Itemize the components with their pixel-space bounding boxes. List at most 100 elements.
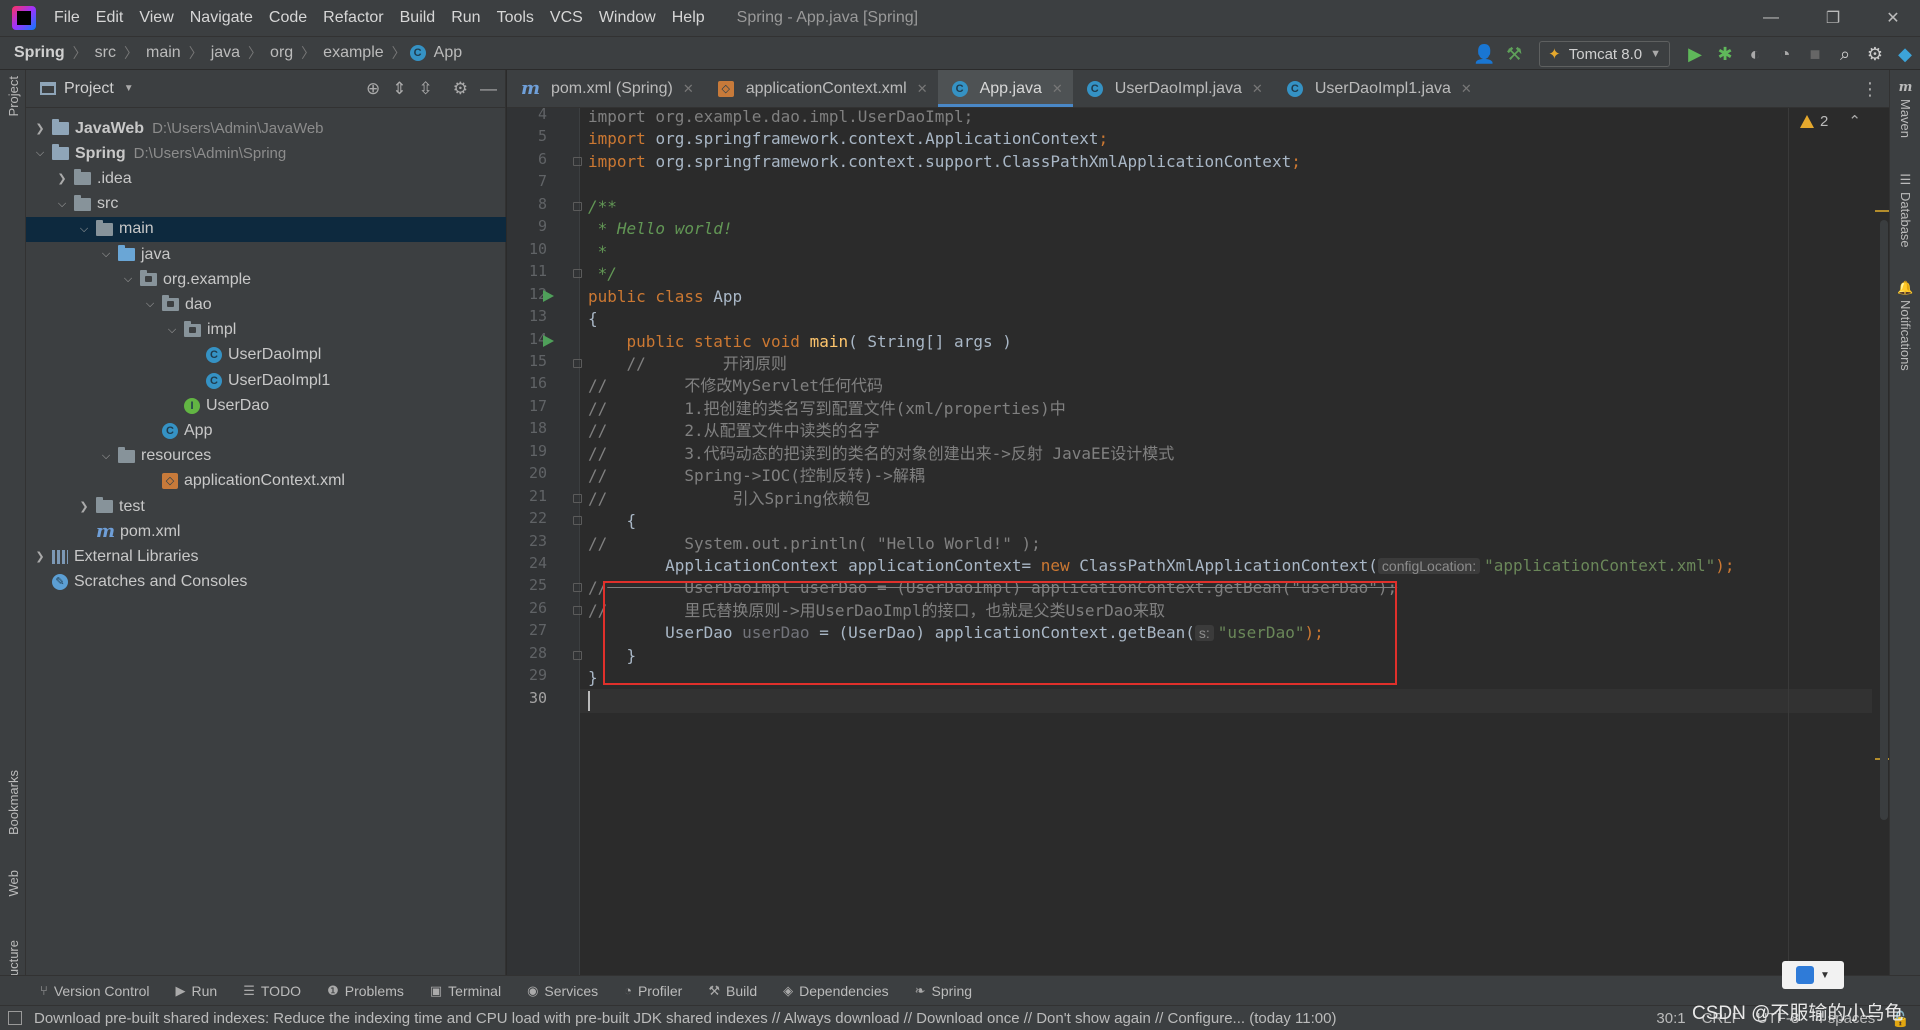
tree-item[interactable]: ⌵ resources	[26, 444, 506, 469]
tree-item[interactable]: C UserDaoImpl	[26, 343, 506, 368]
tool-window-profiler[interactable]: ◔ Profiler	[624, 983, 682, 999]
editor-tab[interactable]: C UserDaoImpl.java ✕	[1073, 70, 1273, 107]
chevron-down-icon[interactable]: ⌵	[98, 248, 114, 261]
fold-icon[interactable]	[573, 358, 582, 368]
build-hammer-icon[interactable]: ⚒	[1499, 39, 1529, 69]
menu-help[interactable]: Help	[664, 9, 713, 27]
maven-tool-tab[interactable]: m Maven	[1890, 80, 1920, 138]
tree-item[interactable]: ⌵ dao	[26, 292, 506, 317]
status-message[interactable]: Download pre-built shared indexes: Reduc…	[34, 1010, 1336, 1027]
tree-item[interactable]: C UserDaoImpl1	[26, 368, 506, 393]
tree-item[interactable]: ⌵ impl	[26, 318, 506, 343]
collapse-all-icon[interactable]: ⇳	[419, 79, 433, 99]
editor-tab[interactable]: C UserDaoImpl1.java ✕	[1273, 70, 1482, 107]
menu-build[interactable]: Build	[392, 9, 444, 27]
tool-window-dependencies[interactable]: ◈ Dependencies	[783, 983, 889, 999]
tree-item[interactable]: ❯ .idea	[26, 166, 506, 191]
breadcrumb-item[interactable]: java	[207, 44, 244, 62]
tool-window-run[interactable]: ▶ Run	[176, 983, 218, 999]
minimize-icon[interactable]: —	[1744, 0, 1798, 36]
fold-icon[interactable]	[573, 605, 582, 615]
tree-item[interactable]: ⌵ Spring D:\Users\Admin\Spring	[26, 141, 506, 166]
menu-refactor[interactable]: Refactor	[315, 9, 391, 27]
tree-item[interactable]: ◇ applicationContext.xml	[26, 469, 506, 494]
tool-window-terminal[interactable]: ▣ Terminal	[430, 983, 501, 999]
tree-item[interactable]: ⌵ src	[26, 192, 506, 217]
fold-icon[interactable]	[573, 201, 582, 211]
close-tab-icon[interactable]: ✕	[1052, 81, 1063, 97]
chevron-down-icon[interactable]: ⌵	[32, 147, 48, 160]
user-icon[interactable]: 👤	[1469, 39, 1499, 69]
stop-icon[interactable]: ■	[1800, 39, 1830, 69]
fold-icon[interactable]	[573, 493, 582, 503]
chevron-right-icon[interactable]: ❯	[32, 122, 48, 135]
caret-position[interactable]: 30:1	[1656, 1010, 1685, 1027]
breadcrumb-item[interactable]: org	[266, 44, 297, 62]
tool-window-spring[interactable]: ❧ Spring	[915, 983, 972, 999]
run-icon[interactable]: ▶	[1680, 39, 1710, 69]
editor-tab[interactable]: m pom.xml (Spring) ✕	[507, 70, 704, 107]
close-tab-icon[interactable]: ✕	[917, 81, 928, 97]
search-icon[interactable]: ⌕	[1830, 39, 1860, 69]
menu-vcs[interactable]: VCS	[542, 9, 591, 27]
notifications-tool-tab[interactable]: 🔔 Notifications	[1890, 280, 1920, 371]
close-window-icon[interactable]: ✕	[1866, 0, 1920, 36]
locate-icon[interactable]: ⊕	[366, 79, 380, 99]
bookmarks-tool-tab[interactable]: Bookmarks	[0, 770, 26, 835]
status-toggle-icon[interactable]	[8, 1011, 22, 1025]
tree-item[interactable]: ❯ External Libraries	[26, 544, 506, 569]
hide-panel-icon[interactable]: —	[480, 79, 497, 99]
warning-stripe-mark[interactable]	[1875, 210, 1889, 212]
menu-code[interactable]: Code	[261, 9, 315, 27]
jetbrains-toolbox-icon[interactable]: ◆	[1890, 39, 1920, 69]
restore-icon[interactable]: ❐	[1806, 0, 1860, 36]
run-gutter-icon[interactable]	[543, 334, 554, 347]
profile-icon[interactable]: ◔	[1770, 39, 1800, 69]
tool-window-services[interactable]: ◉ Services	[527, 983, 598, 999]
tree-item[interactable]: ❯ JavaWeb D:\Users\Admin\JavaWeb	[26, 116, 506, 141]
breadcrumb-item[interactable]: src	[91, 44, 120, 62]
web-tool-tab[interactable]: Web	[0, 870, 26, 897]
fold-icon[interactable]	[573, 516, 582, 526]
fold-icon[interactable]	[573, 269, 582, 279]
breadcrumb-item[interactable]: main	[142, 44, 185, 62]
tree-item[interactable]: ⌵ main	[26, 216, 506, 242]
close-tab-icon[interactable]: ✕	[1461, 81, 1472, 97]
editor-scrollbar[interactable]	[1880, 220, 1888, 820]
code-editor[interactable]: import org.example.dao.impl.UserDaoImpl;…	[580, 108, 1886, 975]
chevron-right-icon[interactable]: ❯	[76, 500, 92, 513]
coverage-icon[interactable]: ◐	[1740, 39, 1770, 69]
menu-view[interactable]: View	[131, 9, 181, 27]
menu-run[interactable]: Run	[443, 9, 488, 27]
tree-item[interactable]: ❯ test	[26, 494, 506, 519]
tree-item[interactable]: I UserDao	[26, 393, 506, 418]
fold-icon[interactable]	[573, 156, 582, 166]
menu-window[interactable]: Window	[591, 9, 664, 27]
tree-item[interactable]: m pom.xml	[26, 519, 506, 544]
menu-navigate[interactable]: Navigate	[182, 9, 261, 27]
tree-item[interactable]: ⌵ org.example	[26, 267, 506, 292]
breadcrumb-item[interactable]: App	[430, 44, 466, 62]
more-tabs-icon[interactable]: ⋮	[1861, 70, 1879, 108]
editor-tab[interactable]: C App.java ✕	[937, 70, 1073, 107]
chevron-down-icon[interactable]: ▼	[124, 83, 134, 94]
chevron-down-icon[interactable]: ⌵	[54, 198, 70, 211]
chevron-up-icon[interactable]: ⌃	[1848, 112, 1861, 130]
close-tab-icon[interactable]: ✕	[683, 81, 694, 97]
chevron-down-icon[interactable]: ⌵	[76, 223, 92, 236]
tool-window-todo[interactable]: ☰ TODO	[243, 983, 301, 999]
editor-tab[interactable]: ◇ applicationContext.xml ✕	[704, 70, 938, 107]
settings-gear-icon[interactable]: ⚙	[1860, 39, 1890, 69]
project-panel-title[interactable]: Project	[64, 80, 114, 98]
tree-item[interactable]: ✎ Scratches and Consoles	[26, 570, 506, 595]
breadcrumb-item[interactable]: Spring	[10, 44, 69, 62]
run-config-select[interactable]: ✦ Tomcat 8.0 ▼	[1539, 41, 1670, 67]
tree-item[interactable]: C App	[26, 418, 506, 443]
chevron-down-icon[interactable]: ⌵	[164, 324, 180, 337]
chevron-right-icon[interactable]: ❯	[54, 172, 70, 185]
run-gutter-icon[interactable]	[543, 289, 554, 302]
tool-window-problems[interactable]: ❶ Problems	[327, 983, 404, 999]
chevron-right-icon[interactable]: ❯	[32, 550, 48, 563]
tool-window-version-control[interactable]: ⑂ Version Control	[40, 983, 150, 999]
debug-icon[interactable]: ✱	[1710, 39, 1740, 69]
